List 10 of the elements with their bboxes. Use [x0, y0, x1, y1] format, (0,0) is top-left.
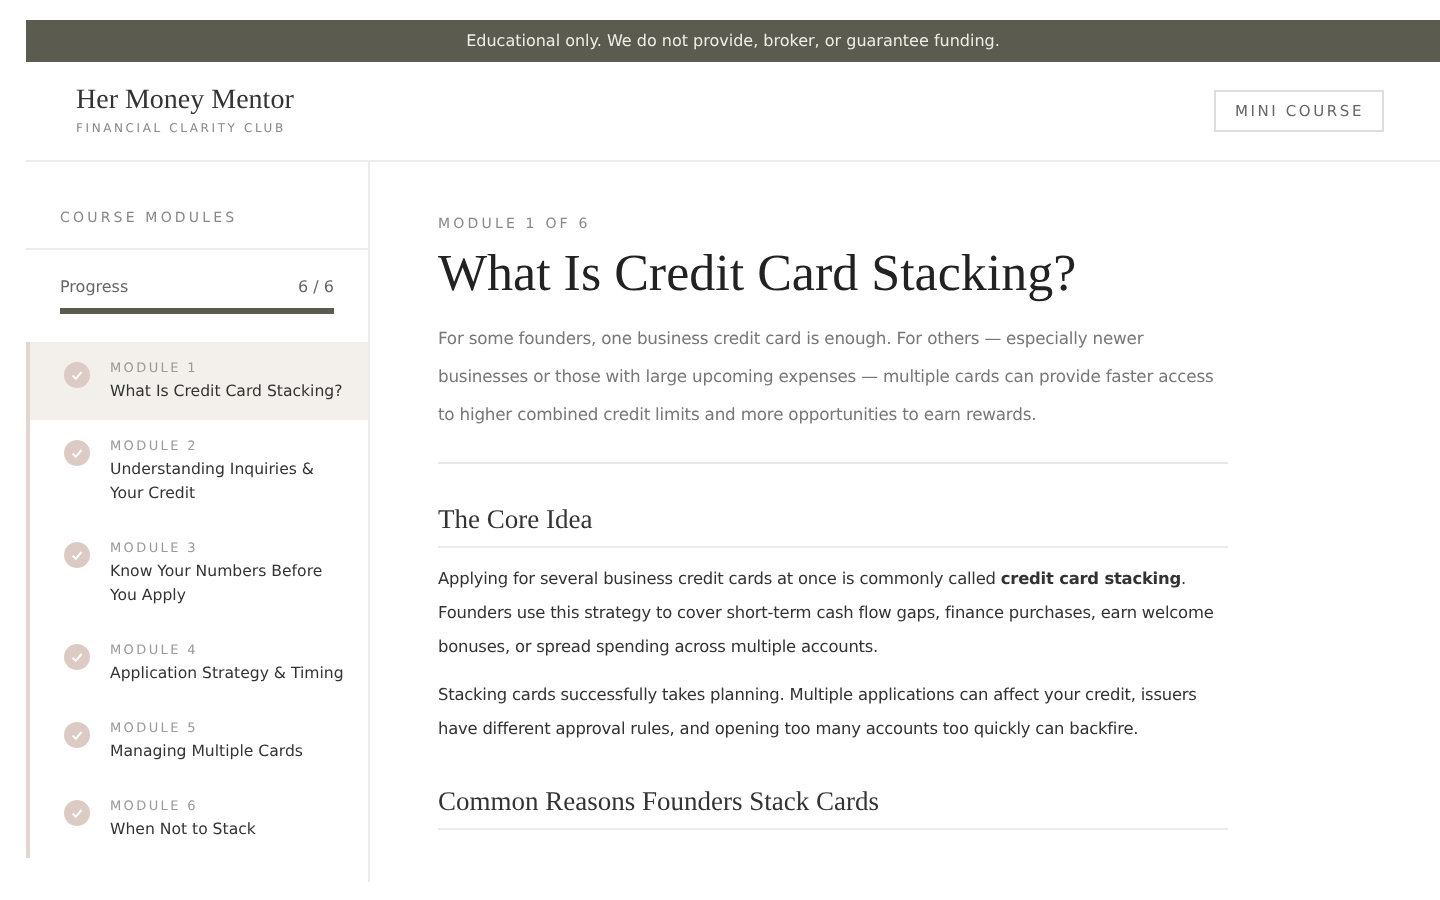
section-heading: The Core Idea — [438, 504, 1228, 548]
paragraph: Stacking cards successfully takes planning. Multiple applications can affect your credit, issuers have different approval rules, and opening too many accounts too quickly can backfire. — [438, 682, 1199, 742]
paragraph: Applying for several business credit cards at once is commonly called credit card stacking. Founders use this strategy to cover short-term cash flow gaps, finance purchases, earn welcome bonuses, or spread spending across multiple accounts. — [438, 566, 1216, 660]
section-heading: Common Reasons Founders Stack Cards — [438, 786, 1228, 830]
progress-count: 6 / 6 — [298, 278, 334, 296]
brand-name: Her Money Mentor — [76, 86, 294, 118]
page-title: What Is Credit Card Stacking? — [438, 244, 1079, 304]
progress-label: Progress — [60, 278, 129, 296]
intro-paragraph: For some founders, one business credit card is enough. For others — especially newer businesses or those with large upcoming expenses — multiple cards can provide faster access to higher combined credit limits and more opportunities to earn rewards. — [438, 320, 1228, 464]
disclaimer-banner: Educational only. We do not provide, broker, or guarantee funding. — [26, 20, 1440, 62]
